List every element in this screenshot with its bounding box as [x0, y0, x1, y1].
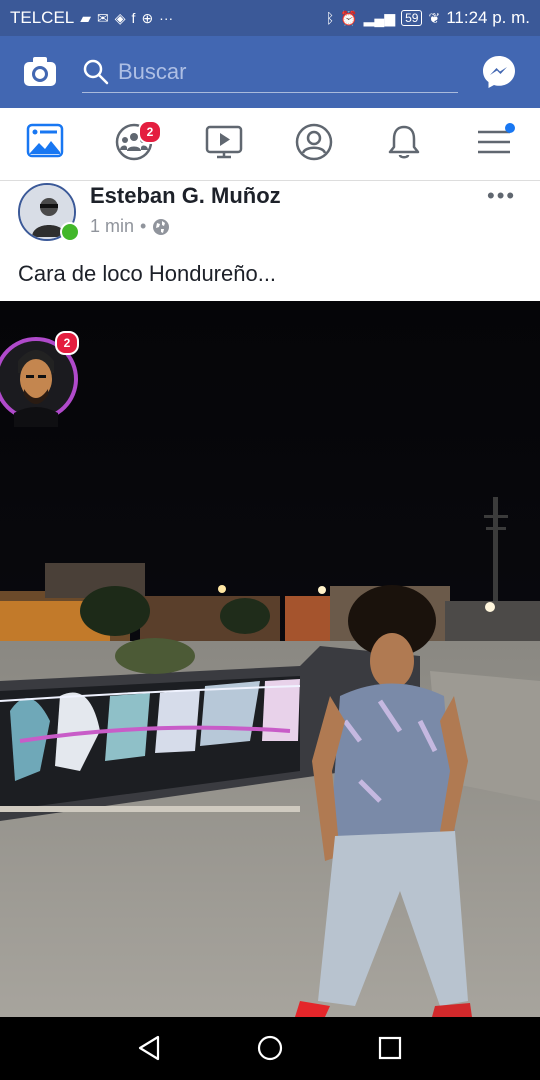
system-nav-bar	[0, 1017, 540, 1080]
leaf-icon: ❦	[428, 9, 441, 26]
meta-separator: •	[140, 216, 147, 236]
groups-badge: 2	[138, 120, 162, 144]
back-icon[interactable]	[136, 1034, 164, 1062]
post-photo[interactable]	[0, 301, 540, 1017]
facebook-notif-icon: f	[131, 10, 136, 26]
post-options-icon[interactable]: •••	[487, 183, 516, 209]
post-time[interactable]: 1 min	[90, 216, 134, 237]
home-icon[interactable]	[256, 1034, 284, 1062]
chat-head-bubble[interactable]: 2	[0, 331, 80, 427]
status-bar: TELCEL ▰ ✉ ◈ f ⊕ ··· ᛒ ⏰ ▂▄▆ 59 ❦ 11:24 …	[0, 0, 540, 36]
carrier-label: TELCEL	[10, 8, 75, 27]
messenger-icon[interactable]	[481, 54, 517, 90]
chat-head-badge: 2	[55, 331, 79, 355]
shield-app-icon: ◈	[114, 9, 126, 26]
tab-watch[interactable]	[204, 122, 248, 166]
video-icon	[205, 125, 243, 159]
search-input[interactable]: Buscar	[82, 52, 458, 93]
more-notifications-icon: ···	[159, 10, 174, 26]
app-bar: Buscar	[0, 36, 540, 108]
online-indicator	[60, 222, 80, 242]
recents-icon[interactable]	[377, 1035, 403, 1061]
tab-profile[interactable]	[294, 122, 338, 166]
post-text: Cara de loco Hondureño...	[18, 261, 277, 286]
battery-indicator: 59	[401, 10, 423, 26]
news-feed-icon	[26, 123, 64, 158]
clock: 11:24 p. m.	[446, 8, 530, 27]
bluetooth-icon: ᛒ	[325, 10, 335, 26]
camera-icon[interactable]	[22, 56, 58, 88]
post-header: Esteban G. Muñoz 1 min • ••• Cara de loc…	[0, 181, 540, 301]
update-icon: ⊕	[141, 9, 154, 26]
search-icon	[83, 59, 109, 85]
activity-icon: ▰	[80, 9, 92, 26]
menu-dot-badge	[505, 123, 515, 133]
tab-news-feed[interactable]	[26, 122, 70, 166]
tab-menu[interactable]	[474, 122, 518, 166]
profile-icon	[295, 123, 333, 161]
tab-groups[interactable]: 2	[114, 120, 162, 166]
bell-icon	[388, 125, 420, 159]
signal-icon: ▂▄▆	[363, 9, 396, 26]
gmail-icon: ✉	[97, 9, 109, 26]
post-author[interactable]: Esteban G. Muñoz	[90, 183, 281, 209]
tab-bar: 2	[0, 108, 540, 181]
tab-notifications[interactable]	[384, 122, 428, 166]
post-meta: 1 min •	[90, 216, 170, 237]
alarm-icon: ⏰	[340, 9, 358, 26]
search-placeholder: Buscar	[118, 59, 187, 84]
globe-icon	[153, 218, 170, 235]
